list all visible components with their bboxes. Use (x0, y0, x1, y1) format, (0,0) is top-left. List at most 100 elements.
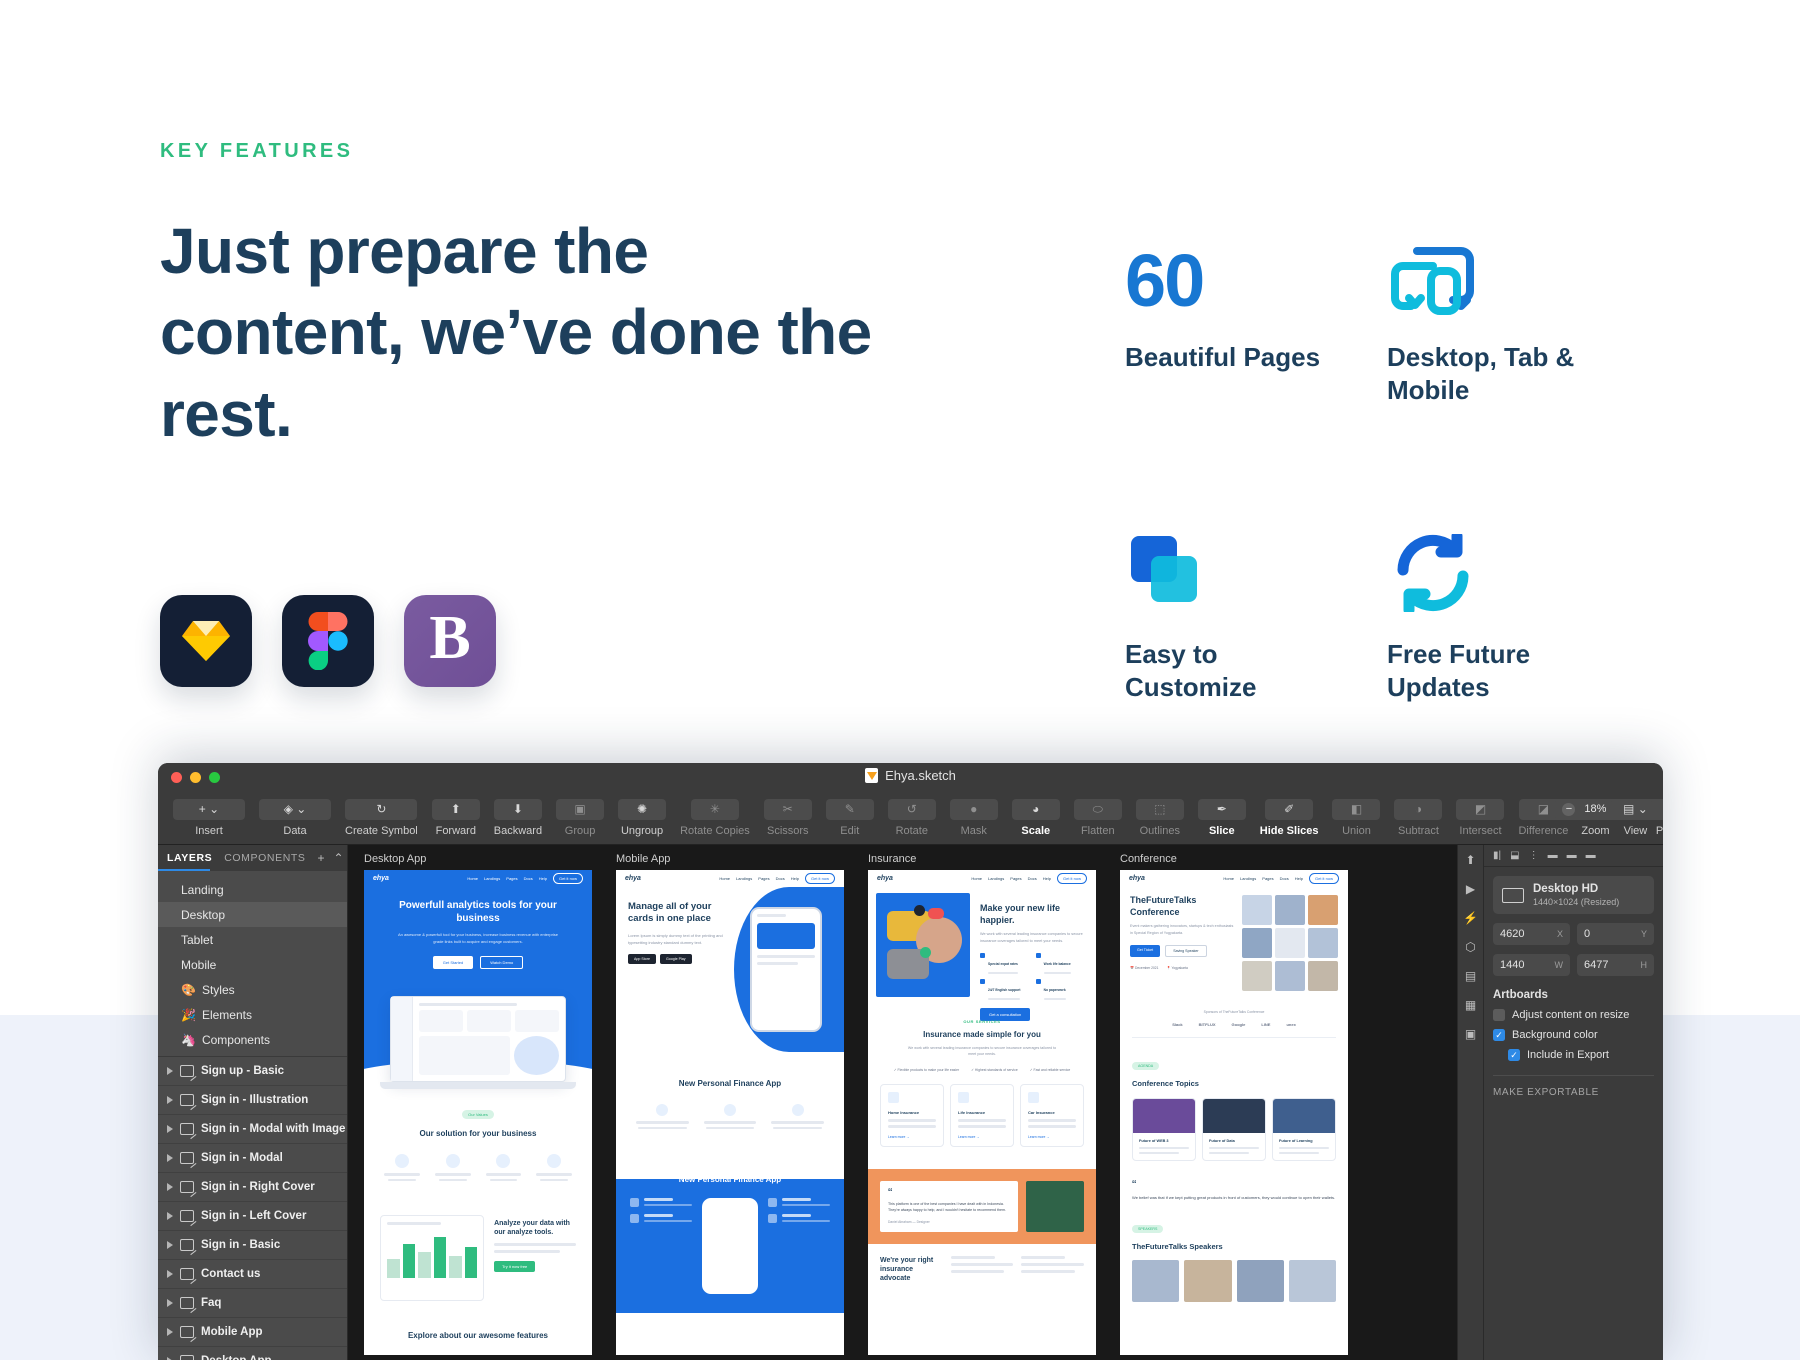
toolbar-scale-button[interactable]: ◕ Scale (1005, 798, 1067, 837)
sketch-logo-icon[interactable] (160, 595, 252, 687)
alignment-toolbar[interactable]: ▮| ⬓ ⋮ ▬ ▬ ▬ (1484, 845, 1663, 867)
add-page-icon[interactable]: + (318, 851, 325, 865)
align-center-icon[interactable]: ⬓ (1510, 850, 1519, 861)
page-item-tablet[interactable]: Tablet (158, 927, 347, 952)
tab-layers[interactable]: LAYERS (167, 852, 212, 864)
page-item-styles[interactable]: 🎨 Styles (158, 977, 347, 1002)
page-item-mobile[interactable]: Mobile (158, 952, 347, 977)
toolbar-group-button[interactable]: ▣ Group (549, 798, 611, 837)
artboard-canvas[interactable]: ehya Home Landings Pages Docs Help Get i… (1120, 870, 1348, 1355)
chevron-right-icon[interactable] (167, 1299, 173, 1307)
distribute-bottom-icon[interactable]: ▬ (1586, 850, 1596, 861)
artboard-preset-card[interactable]: Desktop HD 1440×1024 (Resized) (1493, 876, 1654, 914)
y-field[interactable]: 0 Y (1577, 923, 1654, 945)
artboard-label[interactable]: Mobile App (616, 853, 844, 865)
toolbar-forward-button[interactable]: ⬆ Forward (425, 798, 487, 837)
layer-row[interactable]: Faq (158, 1289, 347, 1318)
align-right-icon[interactable]: ⋮ (1529, 850, 1539, 861)
artboard-conference[interactable]: Conference ehya Home Landings Pages Docs… (1120, 853, 1348, 1355)
toolbar-preview-button[interactable]: ▶ Preview (1651, 798, 1663, 837)
canvas[interactable]: Desktop App ehya Home Landings Pages Doc… (348, 845, 1457, 1360)
bolt-icon[interactable]: ⚡ (1463, 911, 1478, 925)
align-left-icon[interactable]: ▮| (1493, 850, 1501, 861)
toolbar-backward-button[interactable]: ⬇ Backward (487, 798, 549, 837)
checkbox-checked-icon[interactable]: ✓ (1493, 1029, 1505, 1041)
distribute-middle-icon[interactable]: ▬ (1567, 850, 1577, 861)
toolbar-zoom-control[interactable]: − 18% + Zoom (1555, 798, 1636, 837)
toolbar-edit-button[interactable]: ✎ Edit (819, 798, 881, 837)
toolbar-scissors-button[interactable]: ✂ Scissors (757, 798, 819, 837)
x-field[interactable]: 4620 X (1493, 923, 1570, 945)
layer-row[interactable]: Sign in - Modal with Image (158, 1115, 347, 1144)
artboard-label[interactable]: Desktop App (364, 853, 592, 865)
figma-logo-icon[interactable] (282, 595, 374, 687)
toolbar-view-button[interactable]: ▤ ⌄ View (1611, 798, 1660, 837)
height-field[interactable]: 6477 H (1577, 954, 1654, 976)
toolbar-ungroup-button[interactable]: ✺ Ungroup (611, 798, 673, 837)
chevron-right-icon[interactable] (167, 1096, 173, 1104)
toolbar-mask-button[interactable]: ● Mask (943, 798, 1005, 837)
make-exportable-label[interactable]: MAKE EXPORTABLE (1493, 1075, 1654, 1098)
toolbar-union-button[interactable]: ◧ Union (1325, 798, 1387, 837)
toolbar-insert-button[interactable]: + ⌄ Insert (166, 798, 252, 837)
collapse-icon[interactable]: ⌃ (334, 851, 344, 865)
bootstrap-logo-icon[interactable]: B (404, 595, 496, 687)
toolbar-outlines-button[interactable]: ⬚ Outlines (1129, 798, 1191, 837)
toolbar-create-symbol-button[interactable]: ↻ Create Symbol (338, 798, 425, 837)
artboard-desktop-app[interactable]: Desktop App ehya Home Landings Pages Doc… (364, 853, 592, 1355)
layer-row[interactable]: Sign in - Modal (158, 1144, 347, 1173)
checkbox-checked-icon[interactable]: ✓ (1508, 1049, 1520, 1061)
chevron-right-icon[interactable] (167, 1328, 173, 1336)
page-item-elements[interactable]: 🎉 Elements (158, 1002, 347, 1027)
layer-row[interactable]: Contact us (158, 1260, 347, 1289)
layer-row[interactable]: Sign in - Right Cover (158, 1173, 347, 1202)
toolbar-rotate-button[interactable]: ↺ Rotate (881, 798, 943, 837)
shield-icon[interactable]: ⬡ (1465, 940, 1475, 954)
page-item-components[interactable]: 🦄 Components (158, 1027, 347, 1052)
artboard-hero-buttons: Get Started Watch Demo (364, 946, 592, 969)
layer-row[interactable]: Desktop App (158, 1347, 347, 1360)
layer-row[interactable]: Sign in - Left Cover (158, 1202, 347, 1231)
tab-components[interactable]: COMPONENTS (224, 852, 305, 864)
grid-icon[interactable]: ▦ (1465, 998, 1476, 1012)
chevron-right-icon[interactable] (167, 1183, 173, 1191)
artboard-canvas[interactable]: ehya Home Landings Pages Docs Help Get i… (616, 870, 844, 1355)
play-icon[interactable]: ▶ (1466, 882, 1475, 896)
chevron-right-icon[interactable] (167, 1067, 173, 1075)
toolbar-hide-slices-button[interactable]: ✐ Hide Slices (1253, 798, 1326, 837)
width-field[interactable]: 1440 W (1493, 954, 1570, 976)
artboard-canvas[interactable]: ehya Home Landings Pages Docs Help Get i… (868, 870, 1096, 1355)
distribute-top-icon[interactable]: ▬ (1548, 850, 1558, 861)
zoom-out-icon[interactable]: − (1562, 802, 1576, 816)
checkbox-include-in-export[interactable]: ✓ Include in Export (1493, 1049, 1654, 1061)
chevron-right-icon[interactable] (167, 1270, 173, 1278)
chevron-right-icon[interactable] (167, 1241, 173, 1249)
toolbar-flatten-button[interactable]: ⬭ Flatten (1067, 798, 1129, 837)
chevron-right-icon[interactable] (167, 1154, 173, 1162)
page-item-desktop[interactable]: Desktop (158, 902, 347, 927)
list-icon[interactable]: ▤ (1465, 969, 1476, 983)
layer-row[interactable]: Sign up - Basic (158, 1057, 347, 1086)
toolbar-rotate-copies-button[interactable]: ✳ Rotate Copies (673, 798, 757, 837)
artboard-canvas[interactable]: ehya Home Landings Pages Docs Help Get i… (364, 870, 592, 1355)
export-icon[interactable]: ⬆ (1465, 853, 1475, 867)
mini-navbar: ehya Home Landings Pages Docs Help Get i… (616, 870, 844, 887)
image-icon[interactable]: ▣ (1465, 1027, 1476, 1041)
toolbar-slice-button[interactable]: ✒ Slice (1191, 798, 1253, 837)
toolbar-intersect-button[interactable]: ◩ Intersect (1449, 798, 1511, 837)
checkbox-icon[interactable] (1493, 1009, 1505, 1021)
artboard-label[interactable]: Insurance (868, 853, 1096, 865)
layer-row[interactable]: Sign in - Basic (158, 1231, 347, 1260)
chevron-right-icon[interactable] (167, 1125, 173, 1133)
toolbar-data-button[interactable]: ◈ ⌄ Data (252, 798, 338, 837)
artboard-label[interactable]: Conference (1120, 853, 1348, 865)
artboard-insurance[interactable]: Insurance ehya Home Landings Pages Docs … (868, 853, 1096, 1355)
page-item-landing[interactable]: Landing (158, 877, 347, 902)
toolbar-subtract-button[interactable]: ◑ Subtract (1387, 798, 1449, 837)
layer-row[interactable]: Sign in - Illustration (158, 1086, 347, 1115)
checkbox-background-color[interactable]: ✓ Background color (1493, 1029, 1654, 1041)
layer-row[interactable]: Mobile App (158, 1318, 347, 1347)
artboard-mobile-app[interactable]: Mobile App ehya Home Landings Pages Docs… (616, 853, 844, 1355)
chevron-right-icon[interactable] (167, 1212, 173, 1220)
checkbox-adjust-content[interactable]: Adjust content on resize (1493, 1009, 1654, 1021)
